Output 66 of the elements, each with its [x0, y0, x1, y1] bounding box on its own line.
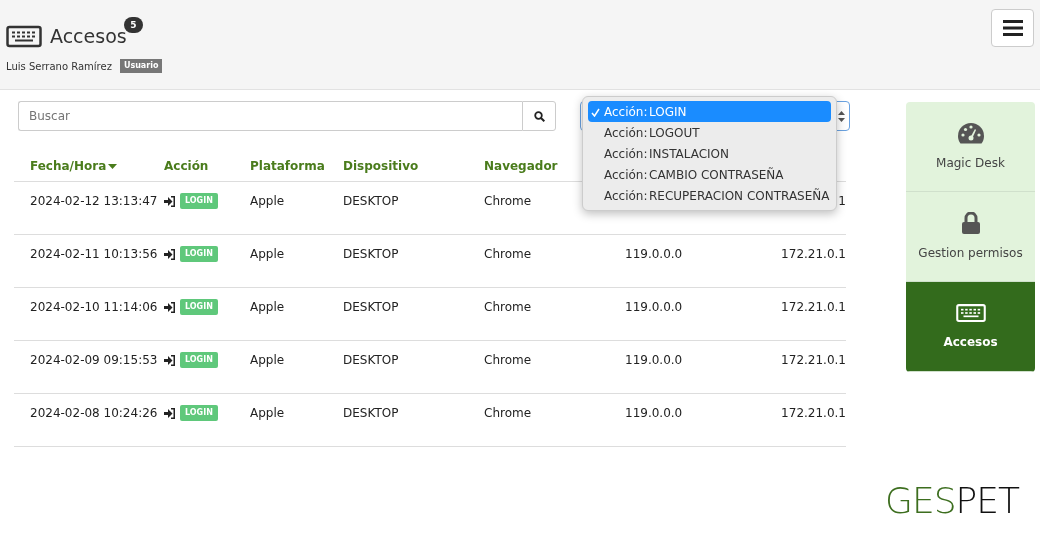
check-icon — [591, 107, 600, 117]
table-cell: 2024-02-10 11:14:06 — [30, 300, 158, 314]
dropdown-option[interactable]: Acción:INSTALACION — [588, 143, 831, 164]
login-arrow-icon — [164, 301, 176, 313]
column-header[interactable]: Dispositivo — [343, 156, 484, 175]
table-cell: 119.0.0.0 — [625, 247, 683, 261]
menu-icon — [1002, 20, 1023, 36]
dropdown-option[interactable]: Acción:LOGOUT — [588, 122, 831, 143]
table-cell: DESKTOP — [343, 247, 399, 261]
table-cell: 2024-02-11 10:13:56 — [30, 247, 158, 261]
table-cell: DESKTOP — [343, 406, 399, 420]
search-field[interactable]: Buscar — [18, 101, 522, 131]
table-cell: Apple — [250, 247, 285, 261]
table-cell: Apple — [250, 300, 285, 314]
table-cell: Chrome — [484, 300, 532, 314]
role-badge: Usuario — [119, 59, 163, 73]
keyboard-icon — [955, 302, 986, 323]
table-cell: 172.21.0.1 — [781, 247, 846, 261]
table-cell: 119.0.0.0 — [625, 353, 683, 367]
table-cell: 2024-02-12 13:13:47 — [30, 194, 158, 208]
login-arrow-icon — [164, 248, 176, 260]
table-cell: Chrome — [484, 406, 532, 420]
sidebar-item[interactable]: Accesos — [906, 282, 1035, 372]
table-cell: 172.21.0.1 — [781, 300, 846, 314]
action-badge: LOGIN — [180, 405, 218, 421]
sidebar-item[interactable]: Gestion permisos — [906, 192, 1035, 282]
table-cell: DESKTOP — [343, 300, 399, 314]
login-arrow-icon — [164, 195, 176, 207]
dropdown-option[interactable]: Acción:LOGIN — [588, 101, 831, 122]
keyboard-icon — [6, 24, 42, 48]
action-badge: LOGIN — [180, 299, 218, 315]
action-badge: LOGIN — [180, 246, 218, 262]
column-header[interactable]: Fecha/Hora — [14, 156, 164, 175]
login-arrow-icon — [164, 407, 176, 419]
logo-text: GESPET — [885, 483, 1019, 519]
search-icon — [533, 110, 545, 122]
lock-icon — [961, 211, 980, 234]
gauge-icon — [956, 121, 985, 144]
table-cell: 119.0.0.0 — [625, 406, 683, 420]
column-header[interactable]: Plataforma — [250, 156, 343, 175]
table-cell: 1 — [838, 194, 846, 208]
dropdown-option[interactable]: Acción:RECUPERACION CONTRASEÑA — [588, 185, 831, 206]
table-cell: 2024-02-08 10:24:26 — [30, 406, 158, 420]
login-arrow-icon — [164, 354, 176, 366]
dropdown-option[interactable]: Acción:CAMBIO CONTRASEÑA — [588, 164, 831, 185]
menu-button[interactable] — [991, 9, 1034, 47]
table-cell: DESKTOP — [343, 194, 399, 208]
column-header[interactable]: Acción — [164, 156, 250, 175]
table-cell: Apple — [250, 194, 285, 208]
search-button[interactable] — [522, 101, 556, 131]
table-cell: Apple — [250, 353, 285, 367]
table-cell: 172.21.0.1 — [781, 406, 846, 420]
table-cell: DESKTOP — [343, 353, 399, 367]
action-badge: LOGIN — [180, 352, 218, 368]
table-cell: 119.0.0.0 — [625, 300, 683, 314]
page-title: Accesos — [50, 24, 127, 49]
table-cell: Chrome — [484, 194, 532, 208]
table-cell: Apple — [250, 406, 285, 420]
table-cell: 2024-02-09 09:15:53 — [30, 353, 158, 367]
table-cell: Chrome — [484, 353, 532, 367]
action-badge: LOGIN — [180, 193, 218, 209]
table-cell: Chrome — [484, 247, 532, 261]
sidebar-item[interactable]: Magic Desk — [906, 102, 1035, 192]
count-badge: 5 — [124, 17, 143, 33]
user-name: Luis Serrano Ramírez — [6, 59, 112, 74]
table-cell: 172.21.0.1 — [781, 353, 846, 367]
